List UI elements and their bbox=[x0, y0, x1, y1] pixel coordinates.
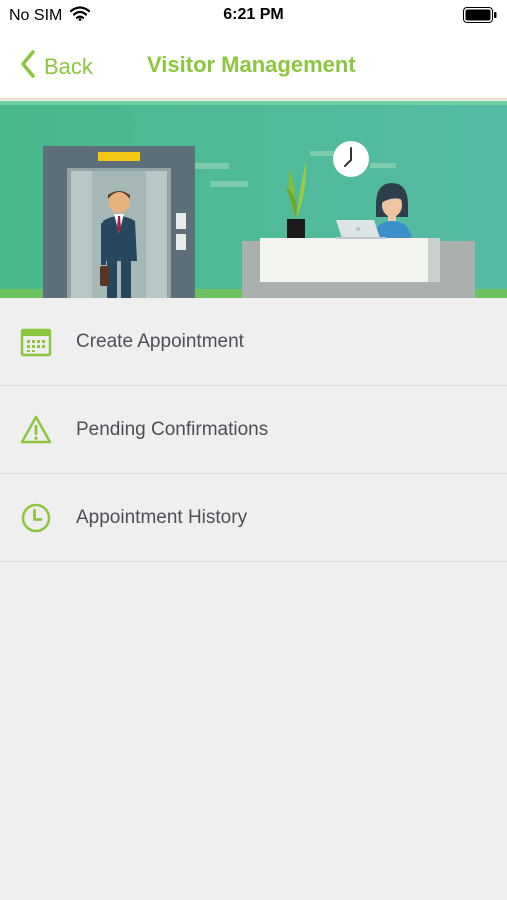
back-label: Back bbox=[44, 53, 93, 79]
warning-icon bbox=[20, 414, 52, 446]
appointment-history-label: Appointment History bbox=[76, 507, 248, 528]
reception-banner-illustration bbox=[0, 101, 507, 298]
create-appointment-item[interactable]: Create Appointment bbox=[0, 298, 507, 386]
menu-list: Create Appointment Pending Confirmations… bbox=[0, 298, 507, 562]
appointment-history-item[interactable]: Appointment History bbox=[0, 474, 507, 562]
page-title: Visitor Management bbox=[147, 52, 356, 77]
chevron-left-icon bbox=[20, 50, 36, 83]
navigation-bar: Back Visitor Management bbox=[0, 30, 507, 100]
pending-confirmations-label: Pending Confirmations bbox=[76, 419, 269, 440]
calendar-icon bbox=[20, 326, 52, 358]
status-bar: No SIM 6:21 PM bbox=[0, 0, 507, 30]
battery-icon bbox=[463, 7, 497, 28]
create-appointment-label: Create Appointment bbox=[76, 331, 244, 352]
status-time: 6:21 PM bbox=[223, 6, 284, 23]
back-button[interactable]: Back bbox=[20, 50, 93, 83]
clock-icon bbox=[20, 502, 52, 534]
pending-confirmations-item[interactable]: Pending Confirmations bbox=[0, 386, 507, 474]
